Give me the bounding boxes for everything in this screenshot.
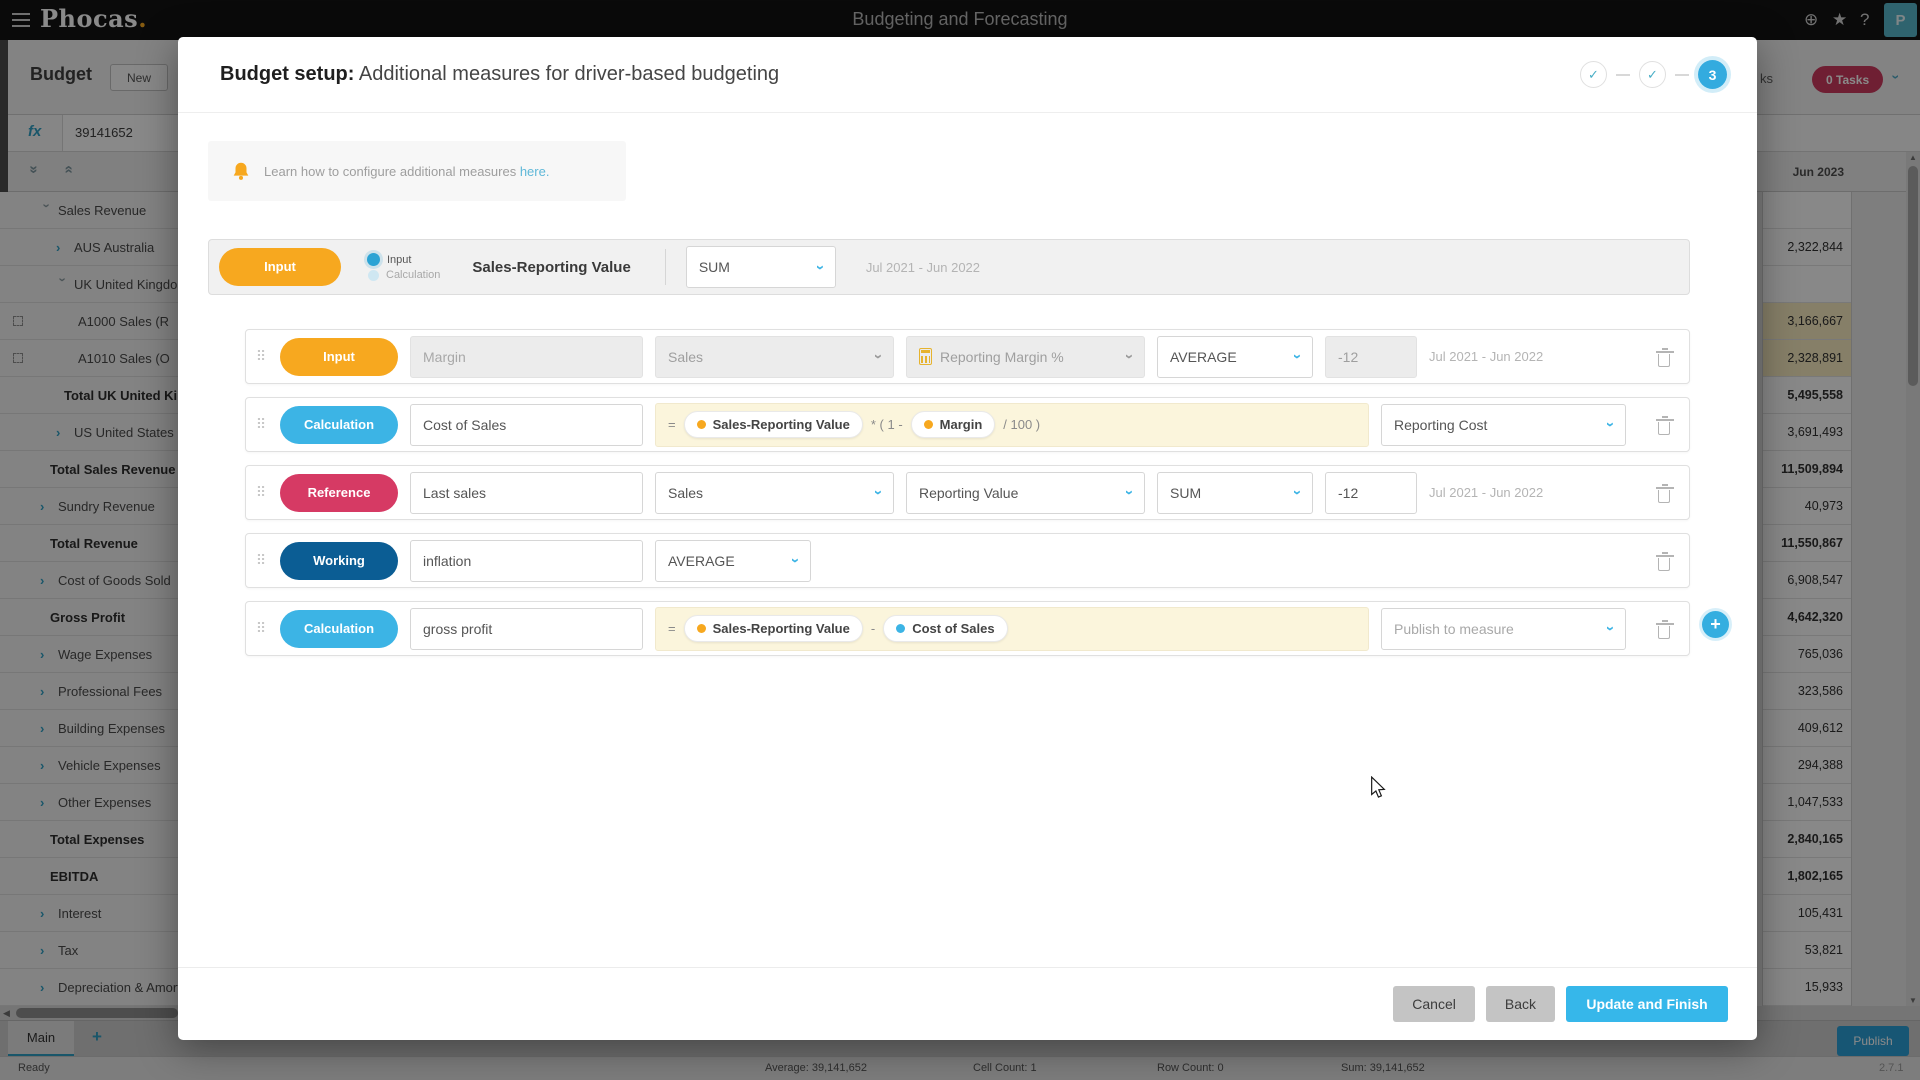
base-measure-name: Sales-Reporting Value bbox=[472, 259, 630, 276]
cancel-button[interactable]: Cancel bbox=[1393, 986, 1475, 1022]
measure-row-calculation: ⠿ Calculation = Sales-Reporting Value - … bbox=[245, 601, 1690, 656]
formula-chip[interactable]: Sales-Reporting Value bbox=[684, 411, 863, 438]
measure-type-pill: Working bbox=[280, 542, 398, 580]
aggregation-select[interactable]: SUM› bbox=[1157, 472, 1313, 514]
offset-input[interactable] bbox=[1325, 472, 1417, 514]
base-measure-row: Input Input Calculation Sales-Reporting … bbox=[208, 239, 1690, 295]
drag-handle-icon[interactable]: ⠿ bbox=[254, 484, 268, 501]
banner-text: Learn how to configure additional measur… bbox=[264, 164, 549, 179]
period-label: Jul 2021 - Jun 2022 bbox=[1429, 349, 1543, 364]
measure-name-input[interactable] bbox=[410, 404, 643, 446]
drag-handle-icon[interactable]: ⠿ bbox=[254, 552, 268, 569]
add-measure-button[interactable]: + bbox=[1702, 611, 1729, 638]
drag-handle-icon[interactable]: ⠿ bbox=[254, 348, 268, 365]
bell-icon bbox=[230, 160, 252, 182]
step-3-current[interactable]: 3 bbox=[1698, 60, 1727, 89]
measure-select[interactable]: Reporting Value› bbox=[906, 472, 1145, 514]
drag-handle-icon[interactable]: ⠿ bbox=[254, 620, 268, 637]
drag-handle-icon[interactable]: ⠿ bbox=[254, 416, 268, 433]
trash-icon bbox=[1658, 490, 1670, 503]
budget-setup-modal: Budget setup: Additional measures for dr… bbox=[178, 37, 1757, 1040]
step-2-check-icon[interactable]: ✓ bbox=[1639, 61, 1666, 88]
formula-chip[interactable]: Sales-Reporting Value bbox=[684, 615, 863, 642]
measure-type-pill: Calculation bbox=[280, 406, 398, 444]
delete-row-button[interactable] bbox=[1653, 617, 1675, 641]
calculation-dot-icon bbox=[896, 624, 905, 633]
step-connector bbox=[1675, 74, 1689, 76]
input-dot-icon bbox=[697, 624, 706, 633]
step-connector bbox=[1616, 74, 1630, 76]
publish-select[interactable]: Reporting Cost› bbox=[1381, 404, 1626, 446]
radio-unselected-icon[interactable] bbox=[368, 270, 379, 281]
back-button[interactable]: Back bbox=[1486, 986, 1555, 1022]
base-aggregation-select[interactable]: SUM› bbox=[686, 246, 836, 288]
trash-icon bbox=[1658, 626, 1670, 639]
publish-select[interactable]: Publish to measure› bbox=[1381, 608, 1626, 650]
measure-row-reference: ⠿ Reference Sales› Reporting Value› SUM›… bbox=[245, 465, 1690, 520]
measure-type-pill: Input bbox=[280, 338, 398, 376]
input-dot-icon bbox=[924, 420, 933, 429]
modal-title: Budget setup: Additional measures for dr… bbox=[220, 63, 779, 86]
measure-name-input[interactable] bbox=[410, 472, 643, 514]
mouse-cursor bbox=[1368, 776, 1390, 802]
input-dot-icon bbox=[697, 420, 706, 429]
measure-name-input[interactable] bbox=[410, 608, 643, 650]
aggregation-select[interactable]: AVERAGE› bbox=[655, 540, 811, 582]
measure-row-calculation: ⠿ Calculation = Sales-Reporting Value * … bbox=[245, 397, 1690, 452]
offset-input[interactable] bbox=[1325, 336, 1417, 378]
divider bbox=[665, 249, 666, 285]
measure-row-input: ⠿ Input Sales› Reporting Margin %› AVERA… bbox=[245, 329, 1690, 384]
formula-field[interactable]: = Sales-Reporting Value - Cost of Sales bbox=[655, 607, 1369, 651]
modal-header: Budget setup: Additional measures for dr… bbox=[178, 37, 1757, 113]
update-and-finish-button[interactable]: Update and Finish bbox=[1566, 986, 1728, 1022]
measure-type-pill: Calculation bbox=[280, 610, 398, 648]
formula-field[interactable]: = Sales-Reporting Value * ( 1 - Margin /… bbox=[655, 403, 1369, 447]
measure-rows: ⠿ Input Sales› Reporting Margin %› AVERA… bbox=[245, 329, 1690, 669]
input-calculation-toggle[interactable]: Input Calculation bbox=[367, 253, 440, 281]
measure-name-input[interactable] bbox=[410, 336, 643, 378]
trash-icon bbox=[1658, 354, 1670, 367]
aggregation-select[interactable]: AVERAGE› bbox=[1157, 336, 1313, 378]
measure-name-input[interactable] bbox=[410, 540, 643, 582]
measure-type-pill: Input bbox=[219, 248, 341, 286]
delete-row-button[interactable] bbox=[1653, 345, 1675, 369]
trash-icon bbox=[1658, 422, 1670, 435]
info-banner: Learn how to configure additional measur… bbox=[208, 141, 626, 201]
banner-link[interactable]: here. bbox=[520, 164, 550, 179]
delete-row-button[interactable] bbox=[1653, 549, 1675, 573]
step-1-check-icon[interactable]: ✓ bbox=[1580, 61, 1607, 88]
trash-icon bbox=[1658, 558, 1670, 571]
formula-chip[interactable]: Cost of Sales bbox=[883, 615, 1007, 642]
wizard-stepper: ✓ ✓ 3 bbox=[1580, 60, 1727, 89]
modal-footer: Cancel Back Update and Finish bbox=[178, 967, 1757, 1040]
delete-row-button[interactable] bbox=[1653, 413, 1675, 437]
dataset-select[interactable]: Sales› bbox=[655, 336, 894, 378]
formula-chip[interactable]: Margin bbox=[911, 411, 996, 438]
period-label: Jul 2021 - Jun 2022 bbox=[1429, 485, 1543, 500]
radio-selected-icon[interactable] bbox=[367, 253, 380, 266]
dataset-select[interactable]: Sales› bbox=[655, 472, 894, 514]
calculator-icon bbox=[919, 348, 932, 365]
measure-row-working: ⠿ Working AVERAGE› bbox=[245, 533, 1690, 588]
period-label: Jul 2021 - Jun 2022 bbox=[866, 260, 980, 275]
measure-select[interactable]: Reporting Margin %› bbox=[906, 336, 1145, 378]
delete-row-button[interactable] bbox=[1653, 481, 1675, 505]
measure-type-pill: Reference bbox=[280, 474, 398, 512]
